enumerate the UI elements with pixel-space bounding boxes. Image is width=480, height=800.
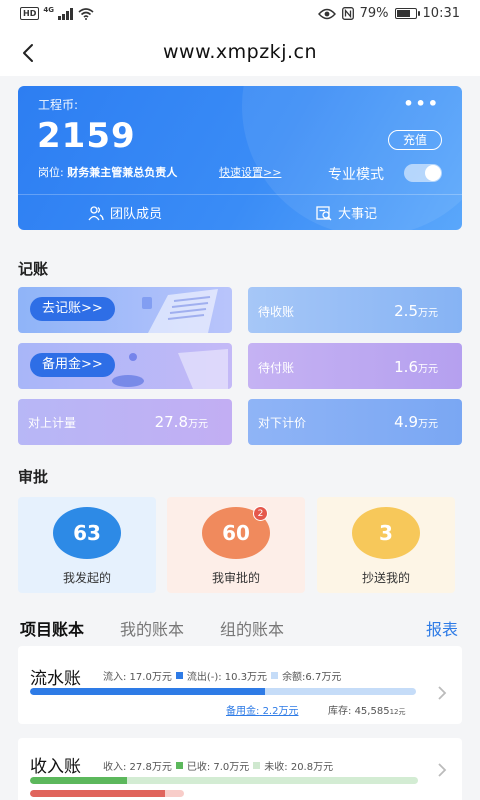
position-value: 财务兼主管兼总负责人 — [67, 166, 178, 179]
cc-count: 3 — [352, 507, 420, 559]
receivable-label: 待收账 — [258, 305, 295, 319]
payable-label: 待付账 — [258, 361, 295, 375]
approval-title: 审批 — [18, 468, 49, 486]
events-label: 大事记 — [338, 207, 378, 222]
divider — [18, 194, 462, 195]
clock: 10:31 — [422, 6, 460, 21]
initiated-count: 63 — [53, 507, 121, 559]
chevron-right-icon[interactable] — [436, 762, 448, 778]
received-legend-icon — [175, 762, 183, 769]
team-icon — [88, 205, 104, 220]
position-info: 岗位: 财务兼主管兼总负责人 — [38, 164, 177, 180]
lower-pricing-label: 对下计价 — [258, 416, 307, 430]
receivable-tile[interactable]: 待收账 2.5万元 — [248, 287, 462, 333]
income-received: 已收: 7.0万元 — [186, 762, 250, 773]
flow-outflow: 流出(-): 10.3万元 — [186, 672, 268, 683]
report-link[interactable]: 报表 — [426, 616, 458, 640]
flow-progress-bar — [30, 688, 416, 695]
page-title: www.xmpzkj.cn — [162, 41, 317, 63]
coin-value: 2159 — [37, 116, 136, 156]
income-secondary-fill — [30, 790, 165, 797]
flow-progress-fill — [30, 688, 266, 695]
unreceived-legend-icon — [253, 762, 261, 769]
outflow-legend-icon — [175, 672, 183, 679]
mine-label: 我审批的 — [211, 571, 260, 585]
lower-pricing-value: 4.9万元 — [394, 413, 438, 431]
cc-label: 抄送我的 — [361, 571, 410, 585]
mine-badge: 2 — [253, 506, 268, 521]
recharge-button[interactable]: 充值 — [388, 130, 442, 150]
flow-balance: 余额:6.7万元 — [282, 672, 342, 683]
toggle-knob — [425, 165, 441, 181]
status-bar: HD 4G 79% 10:31 — [0, 0, 480, 30]
nav-bar: www.xmpzkj.cn — [0, 30, 480, 76]
approval-cc-card[interactable]: 3 抄送我的 — [317, 497, 455, 593]
income-secondary-bar — [30, 790, 184, 797]
initiated-label: 我发起的 — [62, 571, 111, 585]
nfc-icon — [341, 7, 354, 20]
tab-my-ledger[interactable]: 我的账本 — [120, 616, 184, 640]
income-ledger-card[interactable]: 收入账 收入: 27.8万元 已收: 7.0万元 未收: 20.8万元 — [18, 738, 462, 800]
receivable-value: 2.5万元 — [394, 302, 438, 320]
reserve-illustration — [112, 349, 228, 389]
battery-percent: 79% — [359, 6, 389, 21]
eye-icon — [317, 8, 336, 19]
quick-settings-link[interactable]: 快速设置>> — [219, 164, 281, 180]
upper-measure-value: 27.8万元 — [154, 413, 208, 431]
approval-initiated-card[interactable]: 63 我发起的 — [18, 497, 156, 593]
account-card: 工程币: ••• 2159 充值 岗位: 财务兼主管兼总负责人 快速设置>> 专… — [18, 86, 462, 230]
income-progress-bar — [30, 777, 418, 784]
flow-inflow: 流入: 17.0万元 — [103, 672, 172, 683]
team-members-label: 团队成员 — [110, 207, 163, 222]
income-total: 收入: 27.8万元 — [103, 762, 172, 773]
upper-measure-tile[interactable]: 对上计量 27.8万元 — [18, 399, 232, 445]
reserve-fund-link[interactable]: 备用金: 2.2万元 — [226, 702, 298, 717]
more-icon[interactable]: ••• — [403, 94, 440, 113]
payable-tile[interactable]: 待付账 1.6万元 — [248, 343, 462, 389]
income-unreceived: 未收: 20.8万元 — [264, 762, 334, 773]
pro-mode-toggle[interactable] — [404, 164, 442, 182]
reserve-fund-tile[interactable]: 备用金>> — [18, 343, 232, 389]
network-type: 4G — [43, 5, 54, 14]
coin-label: 工程币: — [38, 98, 79, 112]
hd-icon: HD — [20, 7, 40, 20]
battery-icon — [394, 8, 420, 19]
lower-pricing-tile[interactable]: 对下计价 4.9万元 — [248, 399, 462, 445]
flow-ledger-title: 流水账 — [30, 669, 81, 689]
signal-icon — [57, 7, 73, 20]
document-illustration — [142, 289, 218, 333]
go-bookkeeping-button[interactable]: 去记账>> — [30, 297, 115, 321]
position-label: 岗位: — [38, 166, 64, 179]
income-ledger-title: 收入账 — [30, 757, 81, 777]
income-progress-fill — [30, 777, 127, 784]
events-tab[interactable]: 大事记 — [316, 203, 377, 222]
chevron-right-icon[interactable] — [436, 685, 448, 701]
income-ledger-stats: 收入: 27.8万元 已收: 7.0万元 未收: 20.8万元 — [103, 758, 333, 773]
tab-group-ledger[interactable]: 组的账本 — [220, 616, 284, 640]
upper-measure-label: 对上计量 — [28, 416, 77, 430]
bookkeeping-title: 记账 — [18, 260, 49, 278]
stock-info: 库存: 45,58512元 — [328, 706, 406, 717]
approval-mine-card[interactable]: 60 2 我审批的 — [167, 497, 305, 593]
events-icon — [316, 205, 332, 220]
payable-value: 1.6万元 — [394, 358, 438, 376]
wifi-icon — [78, 7, 94, 20]
balance-legend-icon — [271, 672, 279, 679]
flow-ledger-card[interactable]: 流水账 流入: 17.0万元 流出(-): 10.3万元 余额:6.7万元 备用… — [18, 646, 462, 724]
team-members-tab[interactable]: 团队成员 — [88, 203, 162, 222]
reserve-fund-button[interactable]: 备用金>> — [30, 353, 115, 377]
tab-project-ledger[interactable]: 项目账本 — [20, 616, 84, 640]
flow-ledger-stats: 流入: 17.0万元 流出(-): 10.3万元 余额:6.7万元 — [103, 668, 341, 683]
go-bookkeeping-tile[interactable]: 去记账>> — [18, 287, 232, 333]
pro-mode-label: 专业模式 — [328, 167, 384, 183]
